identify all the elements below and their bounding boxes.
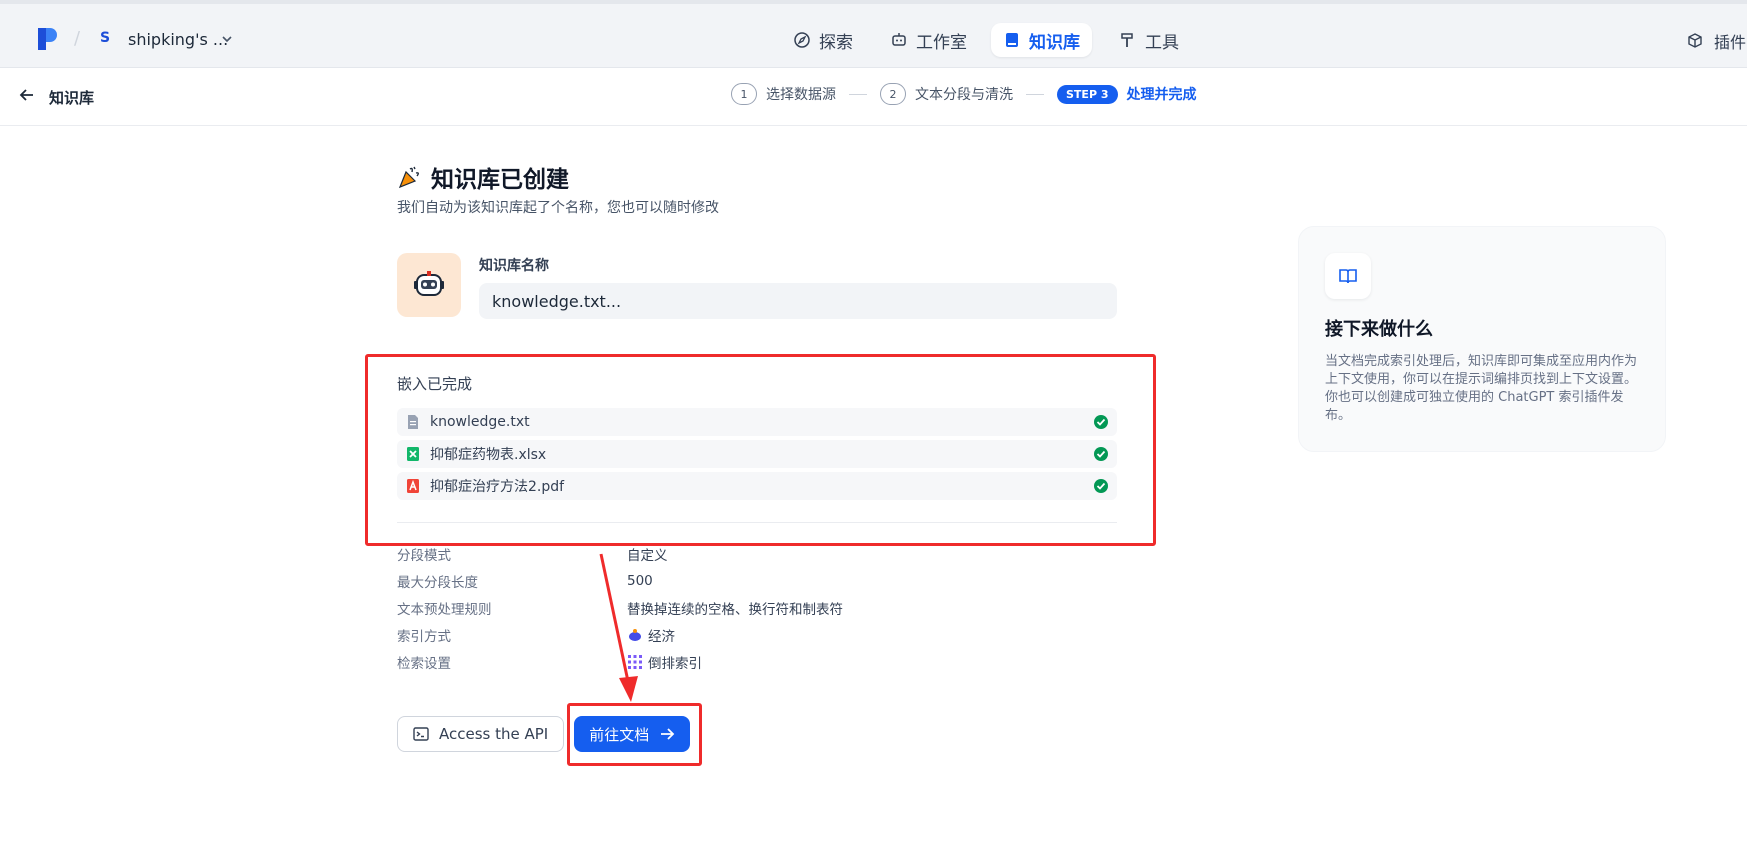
top-navigation-bar: / S shipking's ... 探索 工作室 知识库 工具 插件 (0, 0, 1747, 68)
workspace-initial: S (100, 30, 111, 46)
prop-row: 检索设置 倒排索引 (397, 648, 1117, 675)
step-3-badge: STEP 3 (1057, 84, 1118, 104)
main-content: 知识库已创建 我们自动为该知识库起了个名称，您也可以随时修改 知识库名称 嵌入已… (397, 160, 1117, 752)
knowledge-name-row: 知识库名称 (397, 253, 1117, 323)
app-logo-icon[interactable] (36, 26, 58, 52)
next-steps-panel: 接下来做什么 当文档完成索引处理后，知识库即可集成至应用内作为上下文使用，你可以… (1298, 226, 1666, 452)
success-title: 知识库已创建 (431, 167, 569, 193)
success-description: 我们自动为该知识库起了个名称，您也可以随时修改 (397, 200, 719, 216)
tab-studio[interactable]: 工作室 (878, 23, 979, 57)
access-api-label: Access the API (439, 725, 549, 743)
access-api-button[interactable]: Access the API (397, 716, 565, 752)
chevron-down-icon[interactable] (222, 34, 232, 44)
arrow-left-icon[interactable] (18, 86, 36, 104)
robot-avatar-icon (414, 271, 444, 296)
sub-header: 知识库 1 选择数据源 2 文本分段与清洗 STEP 3 处理并完成 (0, 68, 1747, 126)
robot-icon (892, 33, 906, 46)
knowledge-name-input[interactable] (479, 283, 1117, 319)
hammer-icon (1121, 33, 1133, 47)
party-popper-icon (398, 166, 419, 189)
tab-knowledge-label: 知识库 (1029, 32, 1080, 53)
tab-explore[interactable]: 探索 (781, 23, 865, 57)
cube-icon (1688, 33, 1702, 48)
prop-value: 替换掉连续的空格、换行符和制表符 (627, 601, 843, 618)
tab-knowledge[interactable]: 知识库 (991, 23, 1092, 57)
plugins-label: 插件 (1714, 33, 1747, 52)
panel-description: 当文档完成索引处理后，知识库即可集成至应用内作为上下文使用，你可以在提示词编排页… (1325, 354, 1638, 423)
settings-summary: 分段模式 自定义 最大分段长度 500 文本预处理规则 替换掉连续的空格、换行符… (397, 540, 1117, 675)
step-2-label: 文本分段与清洗 (915, 87, 1013, 103)
prop-value: 倒排索引 (648, 655, 702, 672)
tab-explore-label: 探索 (819, 32, 853, 53)
step-1-number: 1 (731, 83, 757, 105)
step-3-label: 处理并完成 (1126, 87, 1197, 103)
prop-row: 索引方式 经济 (397, 621, 1117, 648)
annotation-box-embedding (365, 354, 1156, 546)
compass-icon (794, 32, 810, 48)
terminal-icon (413, 727, 429, 741)
tab-studio-label: 工作室 (916, 32, 967, 53)
open-book-icon (1339, 269, 1357, 284)
breadcrumb-separator: / (74, 28, 81, 49)
step-2-number: 2 (880, 83, 906, 105)
prop-row: 最大分段长度 500 (397, 567, 1117, 594)
page-title: 知识库 (49, 89, 95, 107)
panel-title: 接下来做什么 (1325, 319, 1433, 340)
knowledge-avatar[interactable] (397, 253, 461, 317)
prop-key: 检索设置 (397, 655, 451, 672)
step-connector (849, 93, 867, 95)
plugins-link[interactable]: 插件 (1686, 29, 1746, 53)
panel-icon-box (1325, 253, 1371, 299)
annotation-box-button (567, 703, 702, 766)
step-1-label: 选择数据源 (766, 87, 836, 103)
prop-key: 最大分段长度 (397, 574, 478, 591)
step-indicator: 1 选择数据源 2 文本分段与清洗 STEP 3 处理并完成 (731, 83, 1197, 105)
annotation-arrow-icon (599, 553, 638, 702)
book-icon (1006, 33, 1018, 47)
tab-tools[interactable]: 工具 (1107, 23, 1191, 57)
tab-tools-label: 工具 (1145, 32, 1179, 53)
prop-row: 文本预处理规则 替换掉连续的空格、换行符和制表符 (397, 594, 1117, 621)
step-connector (1026, 93, 1044, 95)
workspace-name[interactable]: shipking's ... (128, 30, 228, 49)
knowledge-name-label: 知识库名称 (479, 258, 549, 274)
prop-key: 索引方式 (397, 628, 451, 645)
prop-key: 文本预处理规则 (397, 601, 492, 618)
prop-key: 分段模式 (397, 547, 451, 564)
